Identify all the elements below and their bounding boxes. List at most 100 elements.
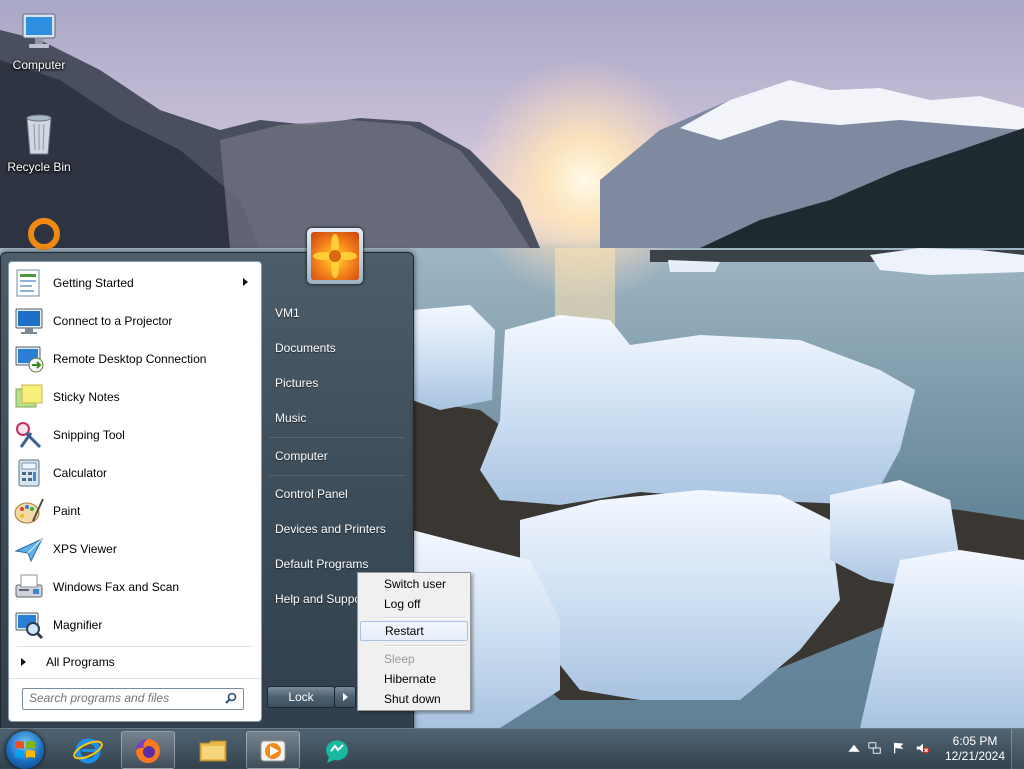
all-programs-label: All Programs [46,655,115,669]
search-separator [9,678,261,679]
projector-icon [13,305,45,337]
right-item-label: Music [275,411,307,425]
taskbar-file-explorer[interactable] [187,731,239,767]
expand-arrow-icon [21,658,26,666]
program-label: Windows Fax and Scan [53,580,180,594]
computer-icon [15,8,63,56]
taskbar-messenger[interactable] [311,731,363,767]
right-item-computer[interactable]: Computer [267,441,407,471]
recycle-bin-icon [15,110,63,158]
menu-item-label: Shut down [384,692,441,706]
submenu-arrow-icon [243,278,248,286]
right-item-label: Devices and Printers [275,522,386,536]
program-label: Remote Desktop Connection [53,352,207,366]
taskbar-firefox[interactable] [121,731,175,769]
start-menu: Getting Started Connect to a Projector R… [0,252,414,730]
program-list-separator [17,646,253,647]
desktop-icon-label: Recycle Bin [7,160,71,174]
program-item-magnifier[interactable]: Magnifier [12,607,258,643]
right-item-label: Computer [275,449,328,463]
calculator-icon [13,457,45,489]
program-item-sticky-notes[interactable]: Sticky Notes [12,379,258,415]
search-icon[interactable] [225,692,237,704]
desktop-icon-recycle-bin[interactable]: Recycle Bin [1,110,77,174]
action-center-flag-icon[interactable] [892,741,906,755]
program-item-xps-viewer[interactable]: XPS Viewer [12,531,258,567]
taskbar-internet-explorer[interactable] [62,731,114,767]
taskbar: 6:05 PM 12/21/2024 [0,728,1024,769]
remote-desktop-icon [13,343,45,375]
program-label: Paint [53,504,81,518]
show-desktop-button[interactable] [1011,729,1024,769]
clock-time: 6:05 PM [952,734,998,748]
xps-viewer-icon [13,533,45,565]
right-item-documents[interactable]: Documents [267,333,407,363]
right-item-music[interactable]: Music [267,403,407,433]
scissors-icon [13,419,45,451]
right-item-label: Pictures [275,376,319,390]
program-item-fax-scan[interactable]: Windows Fax and Scan [12,569,258,605]
program-label: Connect to a Projector [53,314,173,328]
power-options-arrow-button[interactable] [334,686,356,708]
menu-item-log-off[interactable]: Log off [360,594,468,614]
messenger-icon [326,740,348,763]
menu-item-hibernate[interactable]: Hibernate [360,669,468,689]
program-item-calculator[interactable]: Calculator [12,455,258,491]
clock-date: 12/21/2024 [944,749,1006,763]
taskbar-clock[interactable]: 6:05 PM 12/21/2024 [940,734,1010,764]
menu-item-label: Log off [384,597,421,611]
right-separator [269,475,405,476]
start-search-box[interactable] [22,688,244,710]
menu-item-shut-down[interactable]: Shut down [360,689,468,709]
program-item-snipping-tool[interactable]: Snipping Tool [12,417,258,453]
getting-started-icon [13,267,45,299]
right-item-label: Help and Support [275,592,369,606]
magnifier-icon [13,609,45,641]
volume-muted-icon[interactable] [916,741,930,755]
taskbar-media-player[interactable] [246,731,300,769]
menu-item-label: Switch user [384,577,447,591]
app-ring-icon [28,218,60,250]
all-programs-button[interactable]: All Programs [17,652,251,672]
right-item-label: Default Programs [275,557,369,571]
right-item-pictures[interactable]: Pictures [267,368,407,398]
desktop-icon-computer[interactable]: Computer [1,8,77,72]
start-menu-program-list: Getting Started Connect to a Projector R… [8,261,262,722]
menu-item-label: Hibernate [384,672,437,686]
program-item-paint[interactable]: Paint [12,493,258,529]
menu-item-restart[interactable]: Restart [360,621,468,641]
program-label: Snipping Tool [53,428,125,442]
firefox-icon [136,739,160,763]
sticky-notes-icon [13,381,45,413]
start-button[interactable] [6,731,44,769]
right-item-user[interactable]: VM1 [267,298,407,328]
program-item-connect-projector[interactable]: Connect to a Projector [12,303,258,339]
right-item-label: VM1 [275,306,300,320]
lock-button[interactable]: Lock [267,686,335,708]
search-input[interactable] [23,689,225,707]
desktop-icon-partial[interactable] [24,216,64,252]
program-label: Calculator [53,466,108,480]
menu-item-switch-user[interactable]: Switch user [360,574,468,594]
user-account-picture[interactable] [307,228,363,284]
right-separator [269,437,405,438]
right-item-label: Control Panel [275,487,348,501]
right-item-control-panel[interactable]: Control Panel [267,479,407,509]
menu-item-label: Restart [385,624,424,638]
menu-separator [384,617,466,619]
fax-icon [13,571,45,603]
windows-logo-icon [15,741,35,758]
menu-separator [384,645,466,647]
internet-explorer-icon [73,738,103,764]
program-label: XPS Viewer [53,542,117,556]
program-item-getting-started[interactable]: Getting Started [12,265,258,301]
power-options-menu: Switch user Log off Restart Sleep Hibern… [357,572,471,711]
show-hidden-icons-icon[interactable] [847,742,861,756]
right-item-devices-printers[interactable]: Devices and Printers [267,514,407,544]
paint-palette-icon [13,495,45,527]
flower-avatar-icon [311,232,359,280]
right-item-label: Documents [275,341,336,355]
program-item-remote-desktop[interactable]: Remote Desktop Connection [12,341,258,377]
network-icon[interactable] [868,741,882,755]
program-label: Getting Started [53,276,134,290]
